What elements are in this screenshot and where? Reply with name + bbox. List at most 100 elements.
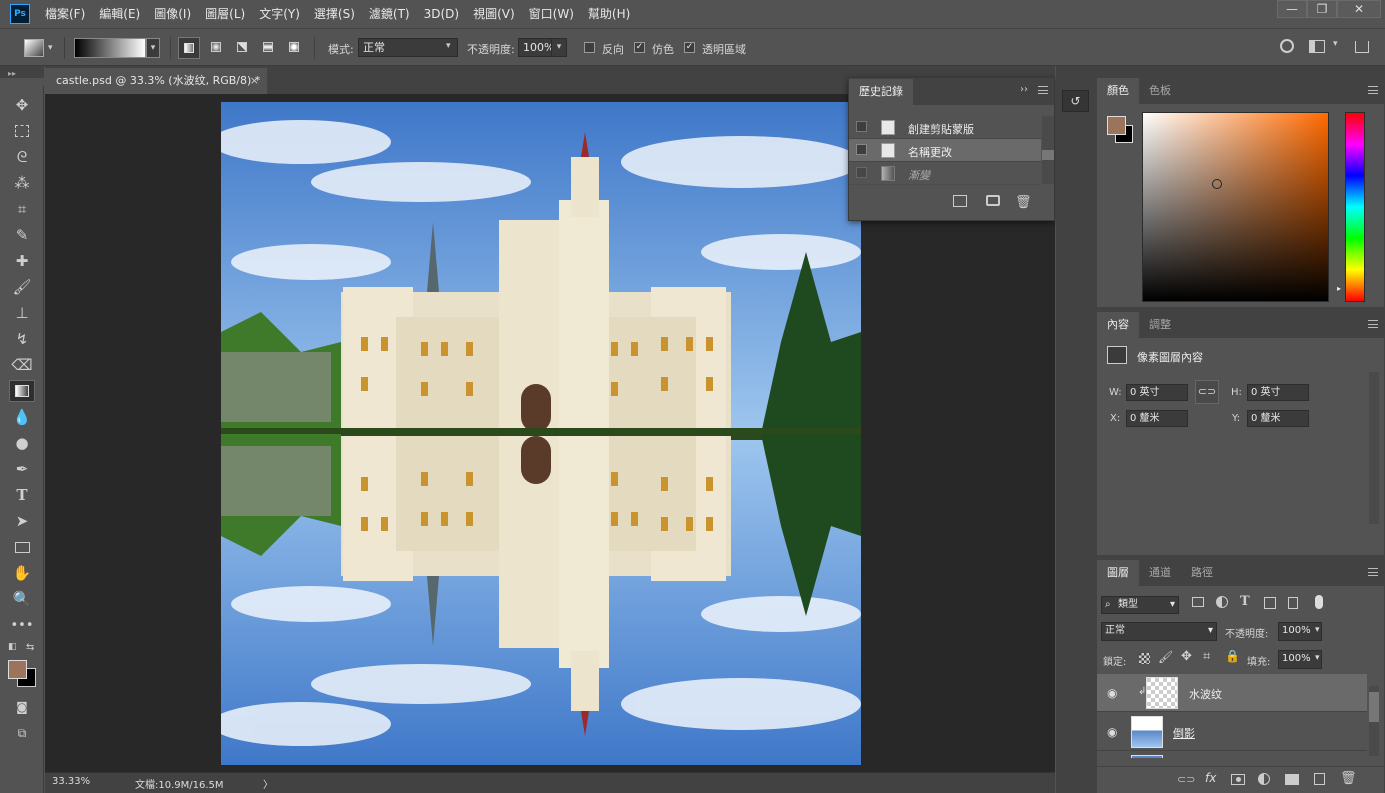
panel-menu-icon[interactable] bbox=[1368, 568, 1378, 576]
tab-paths[interactable]: 路徑 bbox=[1181, 560, 1223, 586]
lock-position-icon[interactable]: ✥ bbox=[1181, 649, 1192, 664]
visibility-eye-icon[interactable]: ◉ bbox=[1107, 725, 1117, 739]
fx-icon[interactable]: fx bbox=[1205, 771, 1216, 785]
history-snapshot-toggle[interactable] bbox=[856, 144, 867, 155]
new-group-icon[interactable] bbox=[1285, 774, 1299, 785]
document-tab[interactable]: castle.psd @ 33.3% (水波纹, RGB/8) * × bbox=[45, 68, 267, 94]
filter-smart-object-icon[interactable] bbox=[1288, 597, 1298, 609]
link-layers-icon[interactable]: ⊂⊃ bbox=[1177, 773, 1195, 786]
radial-gradient-button[interactable] bbox=[206, 37, 228, 59]
gradient-tool-preset-icon[interactable] bbox=[24, 39, 44, 57]
color-spectrum[interactable] bbox=[1142, 112, 1329, 302]
add-mask-icon[interactable] bbox=[1231, 774, 1245, 785]
rectangle-tool-icon[interactable] bbox=[9, 536, 35, 558]
new-document-from-state-icon[interactable] bbox=[953, 195, 967, 207]
healing-brush-tool-icon[interactable]: ✚ bbox=[9, 250, 35, 272]
dodge-tool-icon[interactable]: ● bbox=[9, 432, 35, 454]
blur-tool-icon[interactable]: 💧 bbox=[9, 406, 35, 428]
marquee-tool-icon[interactable] bbox=[9, 120, 35, 142]
layer-row[interactable]: ◉ 倒影 bbox=[1097, 713, 1367, 751]
history-snapshot-toggle[interactable] bbox=[856, 167, 867, 178]
document-canvas[interactable] bbox=[221, 102, 861, 765]
hue-slider[interactable] bbox=[1345, 112, 1365, 302]
new-layer-icon[interactable] bbox=[1314, 773, 1325, 785]
menu-3d[interactable]: 3D(D) bbox=[417, 0, 466, 28]
history-item[interactable]: 漸變 bbox=[849, 162, 1041, 185]
screen-mode-icon[interactable]: ⧉ bbox=[9, 722, 35, 744]
menu-filter[interactable]: 濾鏡(T) bbox=[362, 0, 417, 28]
layer-thumbnail[interactable] bbox=[1131, 716, 1163, 748]
chevron-down-icon[interactable]: ▾ bbox=[1333, 39, 1338, 49]
menu-layer[interactable]: 圖層(L) bbox=[198, 0, 252, 28]
menu-window[interactable]: 窗口(W) bbox=[522, 0, 581, 28]
collapse-panel-icon[interactable]: ›› bbox=[1020, 84, 1028, 95]
quick-mask-icon[interactable]: ◙ bbox=[9, 696, 35, 718]
trash-icon[interactable]: 🗑 bbox=[1340, 771, 1357, 786]
properties-scrollbar[interactable] bbox=[1369, 372, 1379, 524]
adjustment-layer-icon[interactable] bbox=[1258, 773, 1270, 785]
y-field[interactable]: 0 釐米 bbox=[1247, 410, 1309, 427]
history-brush-tool-icon[interactable]: ↯ bbox=[9, 328, 35, 350]
layer-thumbnail[interactable] bbox=[1131, 755, 1163, 758]
close-icon[interactable]: × bbox=[250, 68, 259, 94]
reverse-checkbox[interactable] bbox=[584, 42, 595, 53]
menu-select[interactable]: 選擇(S) bbox=[307, 0, 362, 28]
layer-row-selected[interactable]: ◉ ↲ 水波纹 bbox=[1097, 674, 1367, 712]
gradient-dropdown-button[interactable]: ▾ bbox=[146, 38, 160, 58]
menu-edit[interactable]: 編輯(E) bbox=[92, 0, 147, 28]
eraser-tool-icon[interactable]: ⌫ bbox=[9, 354, 35, 376]
more-tools-icon[interactable]: ••• bbox=[9, 614, 35, 636]
link-icon[interactable]: ⊂⊃ bbox=[1195, 380, 1219, 404]
menu-view[interactable]: 視圖(V) bbox=[466, 0, 522, 28]
magic-wand-tool-icon[interactable]: ⁂ bbox=[9, 172, 35, 194]
gradient-picker[interactable] bbox=[74, 38, 146, 58]
layer-name[interactable]: 倒影 bbox=[1173, 725, 1195, 741]
lock-image-pixels-icon[interactable]: 🖌 bbox=[1158, 650, 1173, 664]
menu-image[interactable]: 圖像(I) bbox=[147, 0, 198, 28]
diamond-gradient-button[interactable] bbox=[284, 37, 306, 59]
tab-history[interactable]: 歷史記錄 bbox=[849, 78, 913, 105]
maximize-button[interactable]: ❐ bbox=[1307, 0, 1337, 18]
transparency-checkbox[interactable]: ✓ bbox=[684, 42, 695, 53]
visibility-eye-icon[interactable]: ◉ bbox=[1107, 686, 1117, 700]
layer-thumbnail[interactable] bbox=[1146, 677, 1178, 709]
chevron-down-icon[interactable]: ▾ bbox=[48, 43, 53, 53]
tab-properties[interactable]: 內容 bbox=[1097, 312, 1139, 338]
width-field[interactable]: 0 英寸 bbox=[1126, 384, 1188, 401]
history-item[interactable]: 創建剪貼蒙版 bbox=[849, 116, 1041, 139]
tab-adjustments[interactable]: 調整 bbox=[1139, 312, 1181, 338]
search-icon[interactable] bbox=[1280, 39, 1294, 53]
share-icon[interactable] bbox=[1355, 41, 1369, 53]
hand-tool-icon[interactable]: ✋ bbox=[9, 562, 35, 584]
status-menu-arrow[interactable]: 〉 bbox=[263, 776, 273, 791]
workspace-icon[interactable] bbox=[1309, 40, 1325, 53]
tab-swatches[interactable]: 色板 bbox=[1139, 78, 1181, 104]
path-selection-tool-icon[interactable]: ➤ bbox=[9, 510, 35, 532]
minimize-button[interactable]: — bbox=[1277, 0, 1307, 18]
x-field[interactable]: 0 釐米 bbox=[1126, 410, 1188, 427]
toolbar-collapse-bar[interactable]: ▸▸ bbox=[0, 66, 44, 78]
clone-stamp-tool-icon[interactable]: ⊥ bbox=[9, 302, 35, 324]
reflected-gradient-button[interactable] bbox=[258, 37, 280, 59]
history-panel-icon[interactable]: ↺ bbox=[1062, 90, 1089, 112]
linear-gradient-button[interactable] bbox=[178, 37, 200, 59]
zoom-level[interactable]: 33.33% bbox=[52, 776, 90, 787]
filter-shape-icon[interactable] bbox=[1264, 597, 1276, 609]
angle-gradient-button[interactable] bbox=[232, 37, 254, 59]
zoom-tool-icon[interactable]: 🔍 bbox=[9, 588, 35, 610]
tab-channels[interactable]: 通道 bbox=[1139, 560, 1181, 586]
height-field[interactable]: 0 英寸 bbox=[1247, 384, 1309, 401]
history-snapshot-toggle[interactable] bbox=[856, 121, 867, 132]
layer-filter-select[interactable]: 類型 ⌕ ▾ bbox=[1101, 596, 1179, 614]
menu-type[interactable]: 文字(Y) bbox=[252, 0, 307, 28]
history-scrollbar[interactable] bbox=[1042, 116, 1054, 184]
tab-color[interactable]: 顏色 bbox=[1097, 78, 1139, 104]
type-tool-icon[interactable]: T bbox=[9, 484, 35, 506]
menu-file[interactable]: 檔案(F) bbox=[38, 0, 92, 28]
lasso-tool-icon[interactable]: ᘓ bbox=[9, 146, 35, 168]
panel-menu-icon[interactable] bbox=[1368, 86, 1378, 94]
swap-colors-icon[interactable]: ⇆ bbox=[26, 642, 34, 653]
lock-all-icon[interactable]: 🔒 bbox=[1225, 649, 1240, 663]
gradient-tool-icon[interactable] bbox=[9, 380, 35, 402]
color-picker-cursor[interactable] bbox=[1212, 179, 1222, 189]
